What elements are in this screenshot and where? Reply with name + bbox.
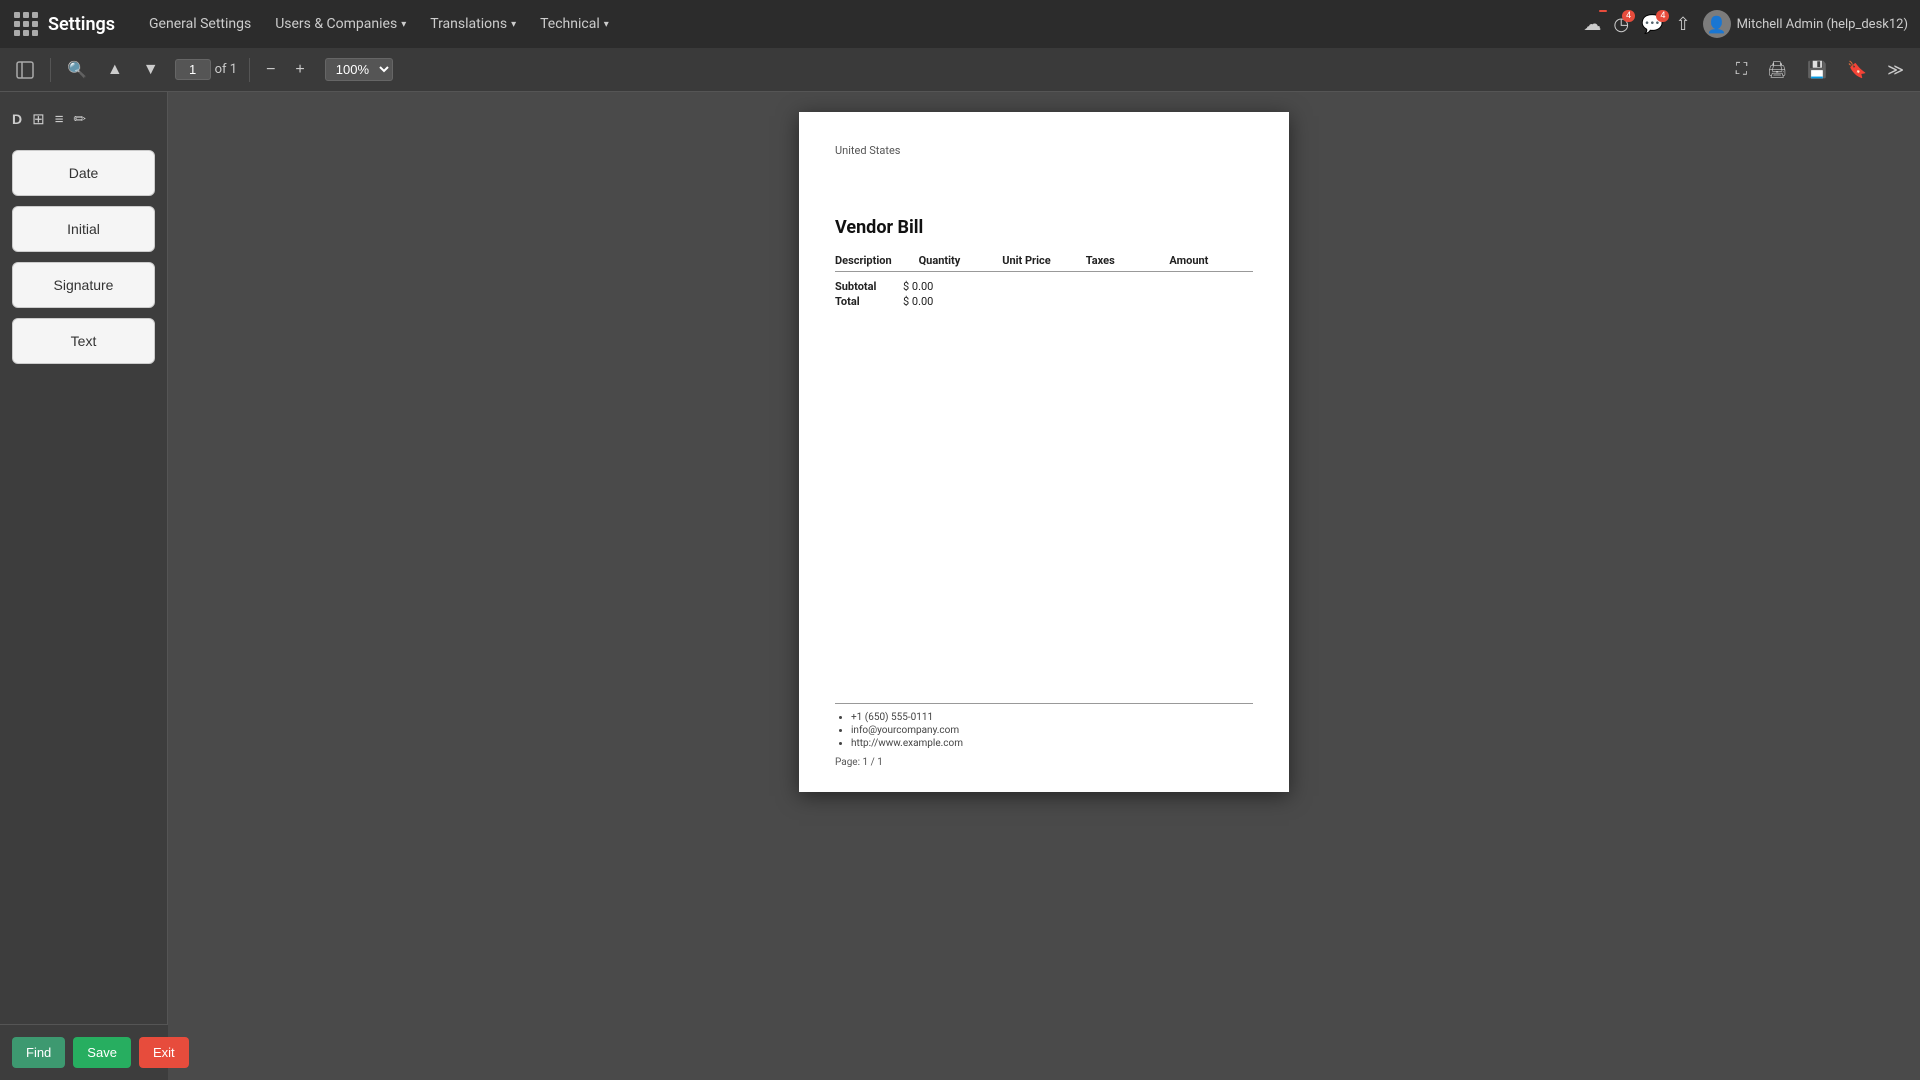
pdf-footer: +1 (650) 555-0111 info@yourcompany.com h… (835, 703, 1253, 768)
footer-website: http://www.example.com (851, 738, 1253, 749)
exit-button[interactable]: Exit (139, 1037, 189, 1068)
subtotal-row: Subtotal $ 0.00 (835, 280, 1253, 293)
upgrade-badge (1599, 10, 1607, 12)
chevron-down-icon: ▾ (604, 19, 609, 30)
date-field-button[interactable]: Date (12, 150, 155, 196)
nav-users-companies[interactable]: Users & Companies ▾ (265, 10, 416, 38)
messages-icon[interactable]: 💬 4 (1641, 14, 1663, 35)
zoom-in-button[interactable]: + (287, 57, 312, 83)
grid-view-button[interactable]: ⊞ (28, 108, 49, 130)
separator (249, 58, 250, 82)
pdf-toolbar: 🔍 ▲ ▼ of 1 − + 100% 75% 125% 150% ⛶ 🖨 💾 … (0, 48, 1920, 92)
pdf-summary: Subtotal $ 0.00 Total $ 0.00 (835, 280, 1253, 308)
pdf-viewer: United States Vendor Bill Description Qu… (168, 92, 1920, 1080)
footer-phone: +1 (650) 555-0111 (851, 712, 1253, 723)
toolbar-right-actions: ⛶ 🖨 💾 🔖 ≫ (1728, 56, 1912, 84)
find-button[interactable]: Find (12, 1037, 65, 1068)
main-area: D ⊞ ≡ ✏ Date Initial Signature Text Find… (0, 92, 1920, 1080)
print-button[interactable]: 🖨 (1759, 56, 1795, 84)
pdf-location: United States (835, 144, 1253, 157)
search-button[interactable]: 🔍 (59, 56, 95, 84)
more-tools-button[interactable]: ≫ (1879, 56, 1912, 84)
activity-icon[interactable]: ◷ 4 (1613, 14, 1629, 35)
zoom-control: 100% 75% 125% 150% (325, 58, 393, 81)
download-button[interactable]: 💾 (1799, 56, 1835, 84)
topnav-actions: ☁ ◷ 4 💬 4 ⇧ 👤 Mitchell Admin (help_desk1… (1583, 10, 1908, 38)
subtotal-value: $ 0.00 (903, 280, 933, 293)
next-page-button[interactable]: ▼ (135, 57, 167, 83)
page-indicator: of 1 (175, 59, 237, 80)
page-number: Page: 1 / 1 (835, 757, 1253, 768)
activity-badge: 4 (1622, 10, 1635, 22)
pdf-page: United States Vendor Bill Description Qu… (799, 112, 1289, 792)
sidebar-toggle-button[interactable] (8, 57, 42, 83)
nav-general-settings[interactable]: General Settings (139, 10, 261, 38)
total-label: Total (835, 295, 895, 308)
col-amount: Amount (1169, 254, 1253, 267)
fullscreen-button[interactable]: ⛶ (1728, 57, 1755, 83)
list-view-button[interactable]: ≡ (51, 108, 68, 130)
col-unit-price: Unit Price (1002, 254, 1086, 267)
initial-field-button[interactable]: Initial (12, 206, 155, 252)
top-navigation: Settings General Settings Users & Compan… (0, 0, 1920, 48)
avatar: 👤 (1703, 10, 1731, 38)
text-field-button[interactable]: Text (12, 318, 155, 364)
signature-field-button[interactable]: Signature (12, 262, 155, 308)
main-menu: General Settings Users & Companies ▾ Tra… (139, 10, 1575, 38)
sidebar-toolbar: D ⊞ ≡ ✏ (12, 104, 155, 134)
share-icon[interactable]: ⇧ (1675, 14, 1690, 35)
page-total: of 1 (215, 62, 237, 77)
messages-badge: 4 (1656, 10, 1669, 22)
save-button[interactable]: Save (73, 1037, 131, 1068)
page-number-input[interactable] (175, 59, 211, 80)
sidebar-d-button[interactable]: D (12, 111, 22, 127)
prev-page-button[interactable]: ▲ (99, 57, 131, 83)
col-quantity: Quantity (919, 254, 1003, 267)
col-description: Description (835, 254, 919, 267)
subtotal-label: Subtotal (835, 280, 895, 293)
bookmark-button[interactable]: 🔖 (1839, 56, 1875, 84)
nav-technical[interactable]: Technical ▾ (530, 10, 619, 38)
left-sidebar: D ⊞ ≡ ✏ Date Initial Signature Text Find… (0, 92, 168, 1080)
chevron-down-icon: ▾ (401, 19, 406, 30)
bottom-action-bar: Find Save Exit (0, 1024, 168, 1080)
total-row: Total $ 0.00 (835, 295, 1253, 308)
pdf-table-header: Description Quantity Unit Price Taxes Am… (835, 254, 1253, 272)
footer-email: info@yourcompany.com (851, 725, 1253, 736)
nav-translations[interactable]: Translations ▾ (420, 10, 526, 38)
zoom-select[interactable]: 100% 75% 125% 150% (325, 58, 393, 81)
pdf-title: Vendor Bill (835, 217, 1253, 238)
user-name: Mitchell Admin (help_desk12) (1737, 17, 1908, 32)
total-value: $ 0.00 (903, 295, 933, 308)
view-buttons: ⊞ ≡ ✏ (28, 108, 90, 130)
separator (50, 58, 51, 82)
upgrade-icon[interactable]: ☁ (1583, 14, 1601, 35)
chevron-down-icon: ▾ (511, 19, 516, 30)
col-taxes: Taxes (1086, 254, 1170, 267)
app-title: Settings (48, 14, 115, 35)
apps-menu-button[interactable] (12, 10, 40, 38)
edit-button[interactable]: ✏ (69, 108, 90, 130)
user-menu[interactable]: 👤 Mitchell Admin (help_desk12) (1703, 10, 1908, 38)
zoom-out-button[interactable]: − (258, 57, 283, 83)
